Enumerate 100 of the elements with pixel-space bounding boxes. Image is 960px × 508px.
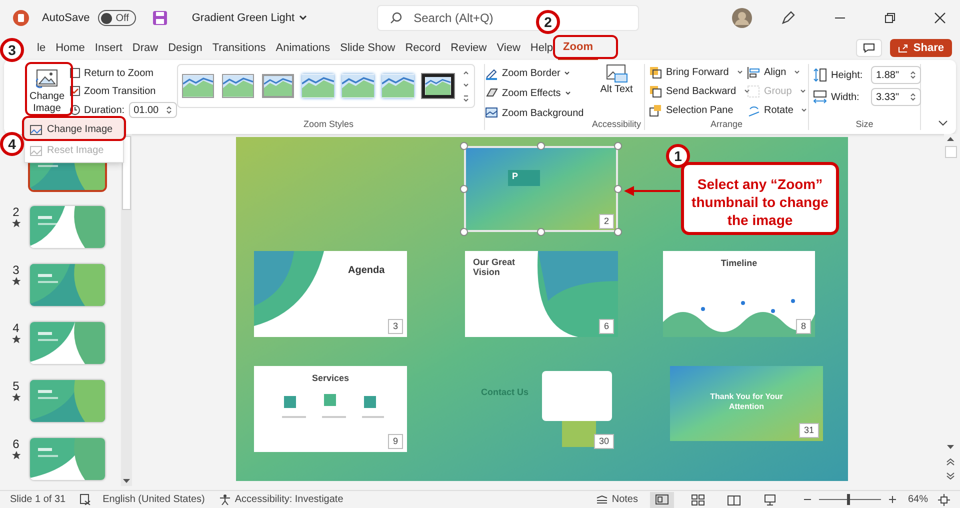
ribbon-tab[interactable]: Design	[163, 36, 208, 60]
format-button[interactable]: Zoom Border	[485, 65, 584, 81]
alt-text-button[interactable]: Alt Text	[596, 64, 636, 96]
step-badge: 4	[0, 132, 24, 156]
pen-icon[interactable]	[780, 10, 796, 26]
picture-icon	[606, 64, 628, 84]
slide-thumbnail[interactable]	[30, 322, 105, 364]
ribbon-tab[interactable]: le	[32, 36, 51, 60]
ribbon-tab[interactable]: Insert	[90, 36, 128, 60]
size-field[interactable]: 3.33"	[871, 88, 921, 106]
slide-number: 2	[12, 206, 20, 219]
slide-title: Services	[310, 372, 350, 385]
slide-thumbnail[interactable]	[30, 380, 105, 422]
comment-icon[interactable]	[856, 39, 882, 57]
ribbon-tab[interactable]: Animations	[270, 36, 336, 60]
share-icon	[898, 43, 910, 53]
autosave-toggle[interactable]: Off	[98, 10, 136, 26]
slide-title: Thank You for Your Attention	[709, 392, 784, 412]
caret-icon	[564, 91, 571, 95]
zoom-slider[interactable]	[818, 494, 881, 505]
search-icon	[390, 12, 402, 24]
change-image-button[interactable]: Change Image	[28, 67, 66, 113]
slide-thumbnail[interactable]	[30, 206, 105, 248]
accessibility-icon[interactable]	[218, 494, 231, 505]
style-thumbnail[interactable]	[182, 74, 214, 98]
zoom-out-icon[interactable]	[804, 496, 811, 503]
scroll-down-icon[interactable]	[946, 444, 955, 450]
language-label[interactable]: English (United States)	[102, 492, 205, 507]
ribbon-tab[interactable]: Home	[50, 36, 90, 60]
resize-handle[interactable]	[460, 142, 468, 150]
view-button[interactable]	[650, 492, 674, 508]
notes-button[interactable]: Notes	[596, 492, 638, 507]
selection-pane-icon	[649, 104, 662, 116]
arrange-button[interactable]: Rotate	[747, 102, 807, 118]
ribbon-tab[interactable]: View	[492, 36, 526, 60]
slide-thumbnail[interactable]	[30, 438, 105, 480]
resize-handle[interactable]	[614, 185, 622, 193]
spelling-icon[interactable]	[80, 494, 91, 505]
next-slide-icon[interactable]	[946, 472, 955, 480]
picture-icon	[30, 146, 42, 156]
duration-field[interactable]: 01.00	[128, 102, 177, 118]
resize-handle[interactable]	[537, 142, 545, 150]
zoom-thumbnail[interactable]: Services 9	[254, 366, 407, 452]
file-name-menu[interactable]: Gradient Green Light	[192, 10, 307, 26]
zoom-thumbnail[interactable]: Thank You for Your Attention 31	[670, 366, 823, 441]
resize-handle[interactable]	[614, 228, 622, 236]
collapse-icon[interactable]	[938, 120, 948, 126]
arrange-button[interactable]: Selection Pane	[649, 102, 747, 118]
zoom-thumbnail[interactable]: Our Great Vision 6	[465, 251, 618, 337]
style-thumbnail[interactable]	[262, 74, 294, 98]
style-thumbnail[interactable]	[342, 74, 374, 98]
arrow	[624, 186, 680, 196]
notes-icon	[596, 495, 608, 504]
arrange-button[interactable]: Align	[747, 64, 807, 80]
size-field[interactable]: 1.88"	[871, 66, 921, 84]
slider-thumb[interactable]	[846, 494, 850, 505]
scroll-up-icon[interactable]	[946, 136, 955, 142]
save-icon[interactable]	[152, 10, 168, 26]
zoom-level[interactable]: 64%	[908, 492, 928, 507]
menu-item[interactable]: Change Image	[25, 119, 123, 140]
ribbon-tab[interactable]: Help	[525, 36, 558, 60]
close-icon[interactable]	[934, 12, 946, 24]
arrange-button[interactable]: Send Backward	[649, 83, 747, 99]
fit-slide-icon[interactable]	[938, 494, 950, 506]
slide-thumbnail[interactable]	[30, 264, 105, 306]
style-thumbnail[interactable]	[302, 74, 334, 98]
style-thumbnail[interactable]	[382, 74, 414, 98]
spinner-icon	[910, 92, 916, 102]
slide-counter: Slide 1 of 31	[10, 493, 66, 507]
style-thumbnail[interactable]	[222, 74, 254, 98]
callout-box: Select any “Zoom” thumbnail to change the image	[681, 162, 839, 235]
avatar-icon[interactable]	[732, 8, 752, 28]
restore-icon[interactable]	[884, 12, 896, 24]
scrollbar-thumb[interactable]	[122, 136, 131, 210]
zoom-thumbnail[interactable]: Agenda 3	[254, 251, 407, 337]
resize-handle[interactable]	[614, 142, 622, 150]
group-label: Zoom Styles	[302, 118, 354, 130]
zoom-in-icon[interactable]	[888, 496, 896, 503]
resize-handle[interactable]	[460, 228, 468, 236]
resize-handle[interactable]	[460, 185, 468, 193]
zoom-thumbnail[interactable]: Timeline 8	[663, 251, 815, 337]
ribbon-tab[interactable]: Review	[446, 36, 492, 60]
share-button[interactable]: Share	[890, 39, 952, 57]
resize-handle[interactable]	[537, 228, 545, 236]
arrange-button[interactable]: Bring Forward	[649, 64, 747, 80]
format-button[interactable]: Zoom Effects	[485, 85, 584, 101]
rotate-icon	[747, 104, 760, 116]
previous-slide-icon[interactable]	[946, 458, 955, 466]
ribbon-tab[interactable]: Record	[400, 36, 446, 60]
scroll-down-icon[interactable]	[122, 478, 131, 484]
style-thumbnail[interactable]	[422, 74, 454, 98]
star-icon	[12, 451, 20, 460]
ribbon-tab[interactable]: Slide Show	[335, 36, 400, 60]
spinner-icon	[166, 105, 172, 115]
caret-icon	[298, 15, 307, 21]
scrollbar-thumb[interactable]	[945, 146, 957, 158]
ribbon-tab[interactable]: Draw	[127, 36, 164, 60]
format-button[interactable]: Zoom Background	[485, 105, 584, 121]
accessibility-status[interactable]: Accessibility: Investigate	[234, 492, 344, 507]
ribbon-tab[interactable]: Transitions	[207, 36, 271, 60]
